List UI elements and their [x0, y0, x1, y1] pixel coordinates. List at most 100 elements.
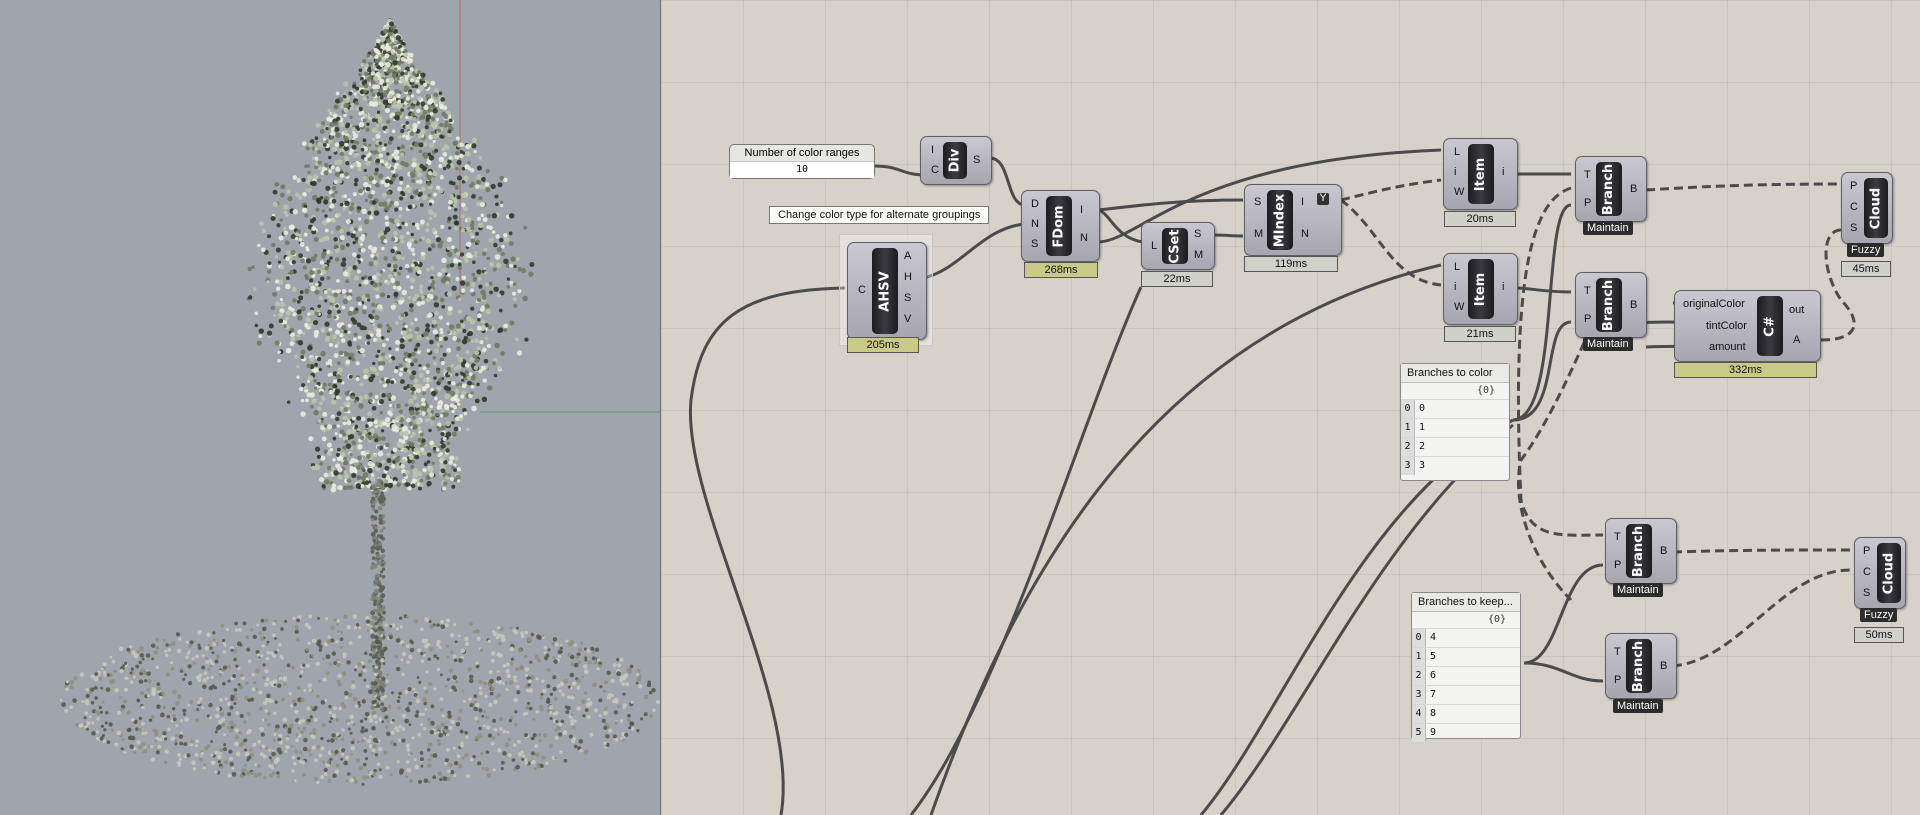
csharp-output-out[interactable]: out: [1789, 305, 1804, 316]
ahsv-tooltip: Change color type for alternate grouping…: [769, 206, 990, 224]
mindex-component[interactable]: S M MIndex I N Y: [1244, 184, 1342, 256]
fdom-input-d[interactable]: D: [1031, 199, 1039, 210]
item1-output-i[interactable]: i: [1502, 167, 1504, 178]
item2-core[interactable]: Item: [1468, 259, 1494, 319]
branch3-input-p[interactable]: P: [1614, 560, 1621, 571]
cloud1-input-c[interactable]: C: [1850, 202, 1858, 213]
panel-branches-to-color[interactable]: Branches to color {0} 00 11 22 33: [1400, 363, 1510, 481]
cloud1-core[interactable]: Cloud: [1864, 178, 1888, 238]
grasshopper-canvas[interactable]: Number of color ranges 10 I C Div S Chan…: [661, 0, 1920, 815]
fdom-timer: 268ms: [1024, 262, 1098, 278]
branch1-output-b[interactable]: B: [1630, 184, 1637, 195]
csharp-input-amount[interactable]: amount: [1709, 342, 1746, 353]
ahsv-output-v[interactable]: V: [904, 314, 911, 325]
cset-core[interactable]: CSet: [1162, 228, 1188, 264]
cloud2-input-c[interactable]: C: [1863, 567, 1871, 578]
branch3-core[interactable]: Branch: [1626, 524, 1652, 578]
branch4-input-t[interactable]: T: [1614, 647, 1621, 658]
rhino-viewport[interactable]: [0, 0, 661, 815]
item-component-1[interactable]: L i W Item i: [1443, 138, 1518, 210]
branch-component-4[interactable]: T P Branch B: [1605, 633, 1677, 699]
item1-input-l[interactable]: L: [1454, 147, 1460, 158]
csharp-output-a[interactable]: A: [1793, 335, 1800, 346]
wire-long-cset: [909, 286, 1143, 815]
item2-output-i[interactable]: i: [1502, 282, 1504, 293]
ahsv-output-h[interactable]: H: [904, 272, 912, 283]
cset-input-l[interactable]: L: [1151, 241, 1157, 252]
item2-input-l[interactable]: L: [1454, 262, 1460, 273]
mindex-timer: 119ms: [1244, 256, 1338, 272]
branch3-input-t[interactable]: T: [1614, 532, 1621, 543]
mindex-core[interactable]: MIndex: [1267, 190, 1293, 250]
div-core[interactable]: Div: [943, 142, 967, 179]
div-component[interactable]: I C Div S: [920, 136, 992, 185]
item2-input-w[interactable]: W: [1454, 302, 1464, 313]
csharp-timer: 332ms: [1674, 362, 1817, 378]
branch2-input-p[interactable]: P: [1584, 314, 1591, 325]
cset-output-m[interactable]: M: [1194, 250, 1203, 261]
fdom-input-n[interactable]: N: [1031, 219, 1039, 230]
ahsv-output-a[interactable]: A: [904, 251, 911, 262]
ahsv-output-s[interactable]: S: [904, 293, 911, 304]
cloud-component-2[interactable]: P C S Cloud: [1854, 537, 1906, 609]
branch-component-2[interactable]: T P Branch B: [1575, 272, 1647, 338]
branch4-core[interactable]: Branch: [1626, 639, 1652, 693]
branch1-core[interactable]: Branch: [1596, 162, 1622, 216]
cloud2-input-s[interactable]: S: [1863, 588, 1870, 599]
csharp-core[interactable]: C#: [1757, 296, 1783, 356]
tree-point-cloud: [59, 17, 660, 787]
item1-input-i[interactable]: i: [1454, 167, 1456, 178]
ahsv-core[interactable]: AHSV: [872, 248, 898, 334]
panel-color-title: Branches to color: [1401, 364, 1509, 383]
cset-output-s[interactable]: S: [1194, 229, 1201, 240]
branch3-output-b[interactable]: B: [1660, 546, 1667, 557]
ahsv-input-c[interactable]: C: [858, 285, 866, 296]
item-component-2[interactable]: L i W Item i: [1443, 253, 1518, 325]
div-output-s[interactable]: S: [973, 155, 980, 166]
csharp-input-tint-color[interactable]: tintColor: [1706, 321, 1747, 332]
item2-input-i[interactable]: i: [1454, 282, 1456, 293]
cloud2-input-p[interactable]: P: [1863, 546, 1870, 557]
mindex-output-i[interactable]: I: [1301, 197, 1304, 208]
fdom-component[interactable]: D N S FDom I N: [1021, 190, 1100, 262]
csharp-input-original-color[interactable]: originalColor: [1683, 299, 1745, 310]
branch2-output-b[interactable]: B: [1630, 300, 1637, 311]
cloud2-mode-tag: Fuzzy: [1860, 608, 1898, 622]
wire-ahsv-fdom: [922, 222, 1026, 280]
slider-value[interactable]: 10: [730, 162, 874, 178]
cloud-component-1[interactable]: P C S Cloud: [1841, 172, 1893, 244]
mindex-output-n[interactable]: N: [1301, 229, 1309, 240]
branch1-input-t[interactable]: T: [1584, 170, 1591, 181]
mindex-input-m[interactable]: M: [1254, 229, 1263, 240]
wire-branch4-cloud2: [1672, 568, 1852, 668]
ahsv-component[interactable]: C AHSV A H S V: [847, 242, 927, 340]
branch1-input-p[interactable]: P: [1584, 198, 1591, 209]
list-item: 00: [1401, 399, 1509, 418]
fdom-core[interactable]: FDom: [1046, 196, 1072, 256]
branch2-core[interactable]: Branch: [1596, 278, 1622, 332]
mindex-input-s[interactable]: S: [1254, 197, 1261, 208]
panel-branches-to-keep[interactable]: Branches to keep... {0} 04 15 26 37 48 5…: [1411, 592, 1521, 742]
branch2-input-t[interactable]: T: [1584, 286, 1591, 297]
branch4-output-b[interactable]: B: [1660, 661, 1667, 672]
div-input-c[interactable]: C: [931, 165, 939, 176]
ahsv-timer: 205ms: [847, 337, 919, 353]
number-slider[interactable]: Number of color ranges 10: [729, 144, 875, 179]
item1-core[interactable]: Item: [1468, 144, 1494, 204]
csharp-component[interactable]: originalColor tintColor amount C# out A: [1674, 290, 1821, 362]
cset-component[interactable]: L CSet S M: [1141, 222, 1215, 270]
wire-mindex-item2: [1340, 198, 1442, 287]
branch-component-3[interactable]: T P Branch B: [1605, 518, 1677, 584]
item1-input-w[interactable]: W: [1454, 187, 1464, 198]
div-input-i[interactable]: I: [931, 145, 934, 156]
wire-long-item2: [929, 263, 1442, 815]
cloud1-input-s[interactable]: S: [1850, 223, 1857, 234]
fdom-output-i[interactable]: I: [1080, 205, 1083, 216]
fdom-output-n[interactable]: N: [1080, 233, 1088, 244]
branch4-input-p[interactable]: P: [1614, 675, 1621, 686]
fdom-input-s[interactable]: S: [1031, 239, 1038, 250]
branch-component-1[interactable]: T P Branch B: [1575, 156, 1647, 222]
cloud1-input-p[interactable]: P: [1850, 181, 1857, 192]
cloud2-core[interactable]: Cloud: [1877, 543, 1901, 603]
mindex-flag-icon[interactable]: Y: [1317, 193, 1329, 205]
